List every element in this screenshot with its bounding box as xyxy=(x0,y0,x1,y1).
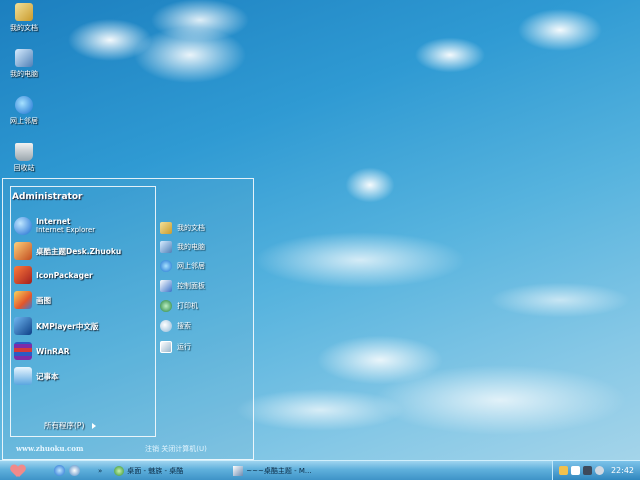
desktop-icon-label: 网上邻居 xyxy=(10,117,38,125)
desktop-icon-my-documents[interactable]: 我的文档 xyxy=(4,3,44,33)
taskbar-task-zhuoku[interactable]: ~~~桌酷主题 - M... xyxy=(229,463,315,479)
internet-explorer-icon[interactable] xyxy=(54,465,65,476)
arrow-right-icon xyxy=(92,422,97,429)
program-name: IconPackager xyxy=(36,270,93,280)
program-winrar[interactable]: WinRAR xyxy=(14,341,70,361)
taskbar-task-label: 桌面 - 魅族 - 桌酷 xyxy=(127,466,184,475)
iconpackager-icon xyxy=(14,266,32,284)
program-name: WinRAR xyxy=(36,346,70,356)
all-programs-button[interactable]: 所有程序(P) xyxy=(44,420,97,431)
taskbar-separator: » xyxy=(98,466,103,475)
show-desktop-icon[interactable] xyxy=(69,465,80,476)
window-icon xyxy=(233,465,244,476)
system-tray: 22:42 xyxy=(551,461,640,480)
kmplayer-icon xyxy=(14,317,32,335)
program-name: 桌酷主题Desk.Zhuoku xyxy=(36,246,122,256)
start-right-label: 搜索 xyxy=(177,322,191,330)
clock[interactable]: 22:42 xyxy=(611,466,634,475)
start-right-my-documents[interactable]: 我的文档 xyxy=(160,220,205,236)
desktop-icon-network[interactable]: 网上邻居 xyxy=(4,96,44,126)
program-name: 记事本 xyxy=(36,371,59,381)
network-tray-icon[interactable] xyxy=(570,466,580,475)
notepad-icon xyxy=(14,367,32,385)
folder-icon xyxy=(114,465,125,476)
start-right-label: 我的电脑 xyxy=(177,243,205,251)
start-right-control-panel[interactable]: 控制面板 xyxy=(160,278,205,294)
start-right-run[interactable]: 运行 xyxy=(160,339,191,355)
my-computer-icon xyxy=(160,241,172,253)
heart-icon xyxy=(11,465,25,477)
program-iconpackager[interactable]: IconPackager xyxy=(14,265,93,285)
all-programs-label: 所有程序(P) xyxy=(44,421,85,430)
start-right-label: 打印机 xyxy=(177,302,198,310)
paint-icon xyxy=(14,291,32,309)
search-icon xyxy=(160,320,172,332)
volume-icon[interactable] xyxy=(582,466,592,475)
start-right-label: 运行 xyxy=(177,343,191,351)
quick-launch xyxy=(54,465,80,476)
program-internet-explorer[interactable]: Internet Internet Explorer xyxy=(14,216,95,236)
program-paint[interactable]: 画图 xyxy=(14,290,51,310)
program-name: 画图 xyxy=(36,295,51,305)
my-documents-icon xyxy=(160,222,172,234)
desktop-icon-label: 我的文档 xyxy=(10,24,38,32)
program-name: KMPlayer中文版 xyxy=(36,321,99,331)
desktop-icon-label: 我的电脑 xyxy=(10,70,38,78)
security-icon[interactable] xyxy=(594,466,604,475)
program-name: Internet xyxy=(36,217,71,226)
start-right-printer[interactable]: 打印机 xyxy=(160,298,198,314)
my-computer-icon xyxy=(15,49,33,67)
desktop-icon-my-computer[interactable]: 我的电脑 xyxy=(4,49,44,79)
my-documents-icon xyxy=(15,3,33,21)
taskbar: » 桌面 - 魅族 - 桌酷 ~~~桌酷主题 - M... 22:42 xyxy=(0,460,640,480)
zhuoku-theme-icon xyxy=(14,242,32,260)
program-zhuoku-theme[interactable]: 桌酷主题Desk.Zhuoku xyxy=(14,241,121,261)
start-right-label: 网上邻居 xyxy=(177,262,205,270)
control-panel-icon xyxy=(160,280,172,292)
network-icon xyxy=(15,96,33,114)
printer-icon xyxy=(160,300,172,312)
taskbar-task-desktop[interactable]: 桌面 - 魅族 - 桌酷 xyxy=(110,463,187,479)
zhuoku-url: www.zhuoku.com xyxy=(16,444,84,453)
program-subtitle: Internet Explorer xyxy=(36,226,96,234)
start-right-label: 控制面板 xyxy=(177,282,205,290)
start-right-search[interactable]: 搜索 xyxy=(160,318,191,334)
taskbar-task-label: ~~~桌酷主题 - M... xyxy=(246,466,312,475)
program-kmplayer[interactable]: KMPlayer中文版 xyxy=(14,316,98,336)
start-button[interactable] xyxy=(4,462,32,480)
internet-explorer-icon xyxy=(14,217,32,235)
start-menu-username: Administrator xyxy=(12,192,83,202)
user-icon[interactable] xyxy=(558,466,568,475)
start-right-my-computer[interactable]: 我的电脑 xyxy=(160,239,205,255)
desktop-icon-recycle-bin[interactable]: 回收站 xyxy=(4,143,44,173)
program-notepad[interactable]: 记事本 xyxy=(14,366,59,386)
start-right-network[interactable]: 网上邻居 xyxy=(160,258,205,274)
run-icon xyxy=(160,341,172,353)
network-icon xyxy=(160,260,172,272)
desktop-icon-label: 回收站 xyxy=(13,164,35,172)
winrar-icon xyxy=(14,342,32,360)
start-right-label: 我的文档 xyxy=(177,224,205,232)
recycle-bin-icon xyxy=(15,143,33,161)
logoff-shutdown-button[interactable]: 注销 关闭计算机(U) xyxy=(145,444,207,454)
